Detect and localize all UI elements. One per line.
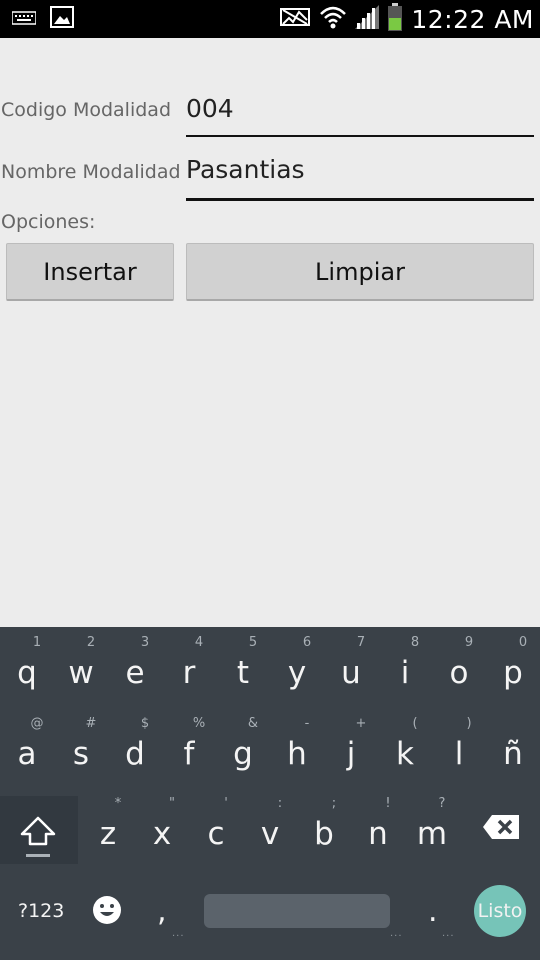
key-label: w [68,655,94,691]
key-u[interactable]: 7u [324,627,378,707]
nombre-value: Pasantias [186,155,305,184]
key-label: j [346,736,356,772]
comma-key[interactable]: , [157,894,167,929]
key-p[interactable]: 0p [486,627,540,707]
key-label: y [287,655,307,691]
key-label: g [233,736,253,772]
key-d[interactable]: $ d [108,708,162,788]
key-label: l [454,736,464,772]
key-label: z [99,816,117,852]
status-bar: 12:22 AM [0,0,540,38]
key-a[interactable]: @ a [0,708,54,788]
key-label: c [207,816,225,852]
key-label: x [152,816,172,852]
key-k[interactable]: (k [378,708,432,788]
key-label: p [503,655,523,691]
key-label: r [182,655,196,691]
key-label: q [17,655,37,691]
wifi-icon [319,4,347,34]
nombre-field[interactable]: Pasantias [186,152,534,201]
key-label: h [287,736,307,772]
codigo-value: 004 [186,94,234,123]
key-label: m [416,816,448,852]
key-h[interactable]: -h [270,708,324,788]
emoji-icon [93,896,121,924]
key-w[interactable]: 2w [54,627,108,707]
key-label: u [341,655,361,691]
codigo-field[interactable]: 004 [186,90,534,137]
space-more-dots: ... [390,928,403,939]
key-label: s [72,736,90,772]
key-label: b [314,816,334,852]
nombre-underline [186,198,534,201]
key-ñ[interactable]: ñ [486,708,540,788]
done-key[interactable]: Listo [474,885,526,937]
comma-more-dots: ... [172,928,185,939]
key-label: f [183,736,195,772]
key-label: n [368,816,388,852]
key-f[interactable]: % f [162,708,216,788]
limpiar-button[interactable]: Limpiar [186,243,534,301]
key-label: a [17,736,37,772]
key-e[interactable]: 3e [108,627,162,707]
emoji-key[interactable] [92,895,122,925]
key-label: ñ [503,736,523,772]
key-y[interactable]: 6y [270,627,324,707]
shift-icon [20,816,56,846]
signal-icon [355,5,380,33]
period-key[interactable]: . [428,894,438,929]
key-t[interactable]: 5t [216,627,270,707]
key-r[interactable]: 4r [162,627,216,707]
battery-icon [387,3,403,35]
key-x[interactable]: " x [135,788,189,868]
key-label: d [125,736,145,772]
key-z[interactable]: * z [81,788,135,868]
key-o[interactable]: 9o [432,627,486,707]
opciones-label: Opciones: [1,211,96,233]
key-label: e [125,655,145,691]
key-hint: ? [438,796,446,811]
key-label: t [236,655,250,691]
key-m[interactable]: ? m [405,788,459,868]
nombre-label: Nombre Modalidad [1,161,181,183]
key-label: v [260,816,280,852]
key-label: k [396,736,414,772]
symbols-key[interactable]: ?123 [18,900,64,922]
key-j[interactable]: + j [324,708,378,788]
key-label: o [449,655,469,691]
key-q[interactable]: 1q [0,627,54,707]
key-n[interactable]: ! n [351,788,405,868]
codigo-underline [186,135,534,137]
key-c[interactable]: ' c [189,788,243,868]
key-v[interactable]: :v [243,788,297,868]
clock: 12:22 AM [411,4,534,34]
key-i[interactable]: 8i [378,627,432,707]
space-key[interactable] [204,894,390,928]
image-icon [50,6,74,32]
insertar-button[interactable]: Insertar [6,243,174,301]
key-g[interactable]: & g [216,708,270,788]
backspace-icon [483,815,519,839]
keyboard-icon [11,10,37,29]
codigo-label: Codigo Modalidad [1,99,171,121]
key-l[interactable]: ) l [432,708,486,788]
backspace-key[interactable] [482,800,526,880]
key-label: i [400,655,410,691]
key-hint: 0 [518,635,528,650]
shift-indicator [26,854,50,857]
mute-icon [279,6,311,32]
period-more-dots: ... [442,928,455,939]
key-s[interactable]: # s [54,708,108,788]
key-b[interactable]: ; b [297,788,351,868]
